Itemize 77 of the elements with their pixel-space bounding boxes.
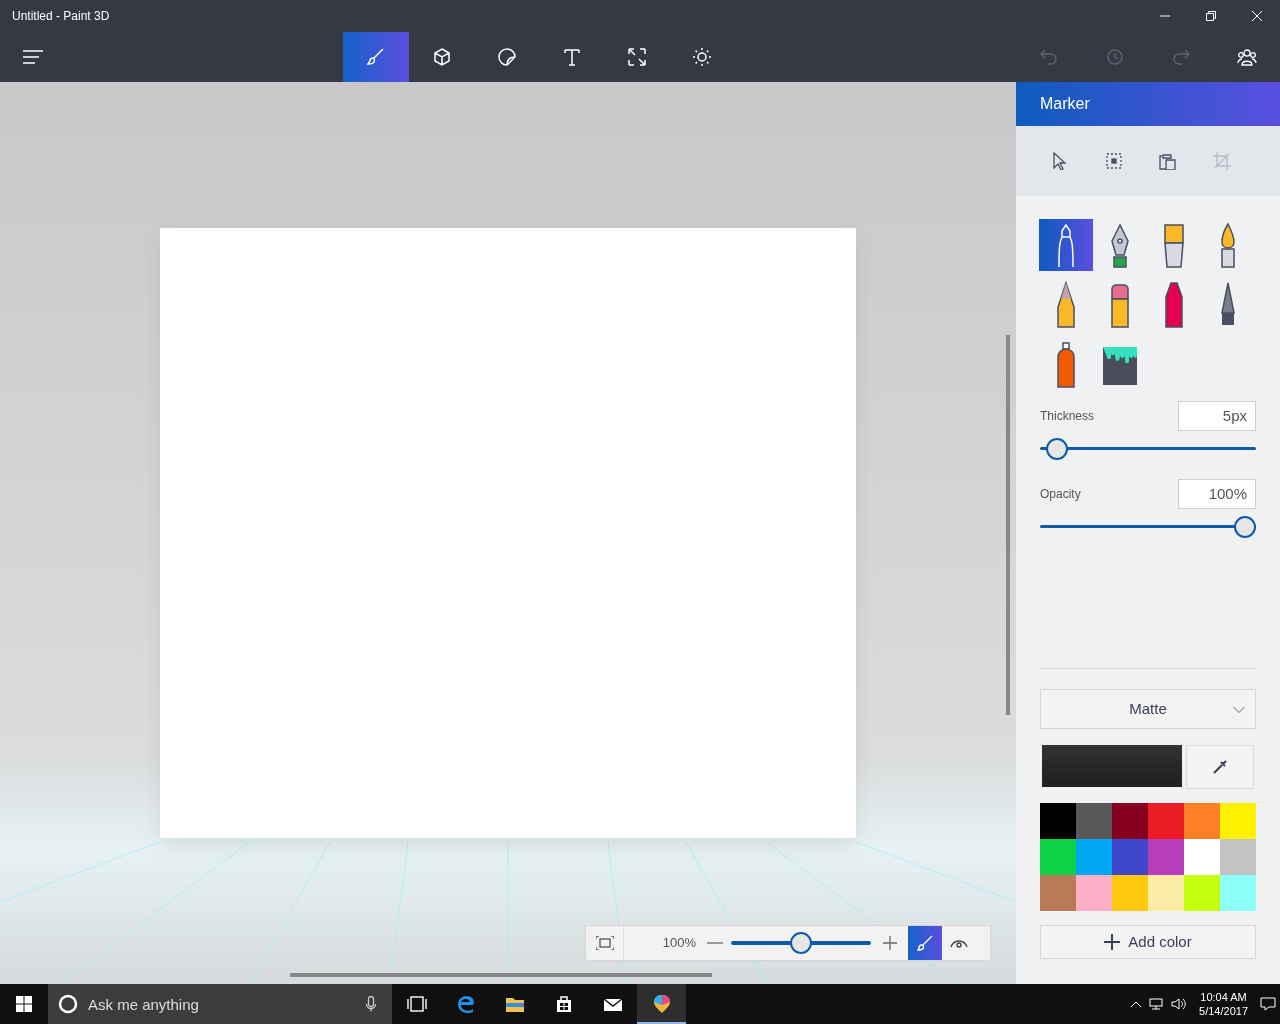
history-icon bbox=[1105, 47, 1125, 67]
speaker-icon bbox=[1171, 998, 1188, 1010]
color-swatch[interactable] bbox=[1076, 803, 1112, 839]
people-icon bbox=[1237, 48, 1257, 66]
plus-icon bbox=[1104, 934, 1121, 950]
color-swatch[interactable] bbox=[1220, 839, 1256, 875]
chevron-down-icon bbox=[1233, 706, 1245, 713]
window-title: Untitled - Paint 3D bbox=[11, 8, 111, 25]
undo-icon bbox=[1039, 47, 1059, 67]
redo-icon bbox=[1171, 47, 1191, 67]
color-swatch[interactable] bbox=[1184, 839, 1220, 875]
draw-mode-button[interactable] bbox=[908, 926, 942, 960]
slider[interactable] bbox=[1040, 437, 1256, 461]
clipboard-icon bbox=[1159, 152, 1177, 170]
color-swatch[interactable] bbox=[1040, 803, 1076, 839]
color-swatch[interactable] bbox=[1040, 839, 1076, 875]
brush-icon bbox=[917, 935, 933, 951]
color-swatch[interactable] bbox=[1148, 803, 1184, 839]
cube-icon bbox=[431, 47, 452, 67]
sun-icon bbox=[691, 47, 712, 67]
menu-icon bbox=[23, 50, 43, 64]
color-swatch[interactable] bbox=[1184, 875, 1220, 911]
slider-thumb[interactable] bbox=[1234, 516, 1256, 538]
cursor-icon bbox=[1051, 152, 1069, 170]
slider-label: Thickness bbox=[1040, 408, 1095, 425]
resize-icon bbox=[626, 47, 647, 67]
value-field[interactable]: 5px bbox=[1178, 401, 1256, 431]
selection-icon bbox=[1105, 152, 1123, 170]
brush-option[interactable] bbox=[1039, 219, 1093, 271]
taskbar-app-button[interactable] bbox=[637, 984, 686, 1024]
vertical-scrollbar[interactable] bbox=[1006, 335, 1010, 715]
color-swatch[interactable] bbox=[1112, 839, 1148, 875]
task-view-icon bbox=[406, 994, 427, 1014]
clock-time: 10:04 AM bbox=[1200, 990, 1247, 1004]
slider-thumb[interactable] bbox=[1045, 438, 1068, 460]
eyedropper-icon bbox=[1212, 759, 1228, 775]
search-field[interactable]: Ask me anything bbox=[48, 984, 392, 1024]
zoom-slider[interactable] bbox=[731, 931, 871, 955]
sticker-icon bbox=[496, 47, 517, 67]
zoom-level: 100% bbox=[661, 934, 697, 953]
crop-icon bbox=[1213, 152, 1231, 170]
color-swatch[interactable] bbox=[1076, 839, 1112, 875]
color-swatch[interactable] bbox=[1112, 803, 1148, 839]
slider-thumb[interactable] bbox=[790, 932, 812, 954]
current-color-swatch[interactable] bbox=[1042, 745, 1182, 787]
panel-title: Marker bbox=[1040, 94, 1090, 114]
eye-icon bbox=[950, 938, 968, 948]
color-swatch[interactable] bbox=[1220, 875, 1256, 911]
color-swatch[interactable] bbox=[1220, 803, 1256, 839]
slider[interactable] bbox=[1040, 515, 1256, 539]
windows-logo-icon bbox=[16, 996, 32, 1012]
clock-date: 5/14/2017 bbox=[1199, 1004, 1248, 1018]
minus-icon bbox=[707, 942, 723, 944]
color-swatch[interactable] bbox=[1076, 875, 1112, 911]
value-field[interactable]: 100% bbox=[1178, 479, 1256, 509]
notification-icon bbox=[1260, 997, 1276, 1011]
restore-icon bbox=[1206, 11, 1216, 21]
color-swatch[interactable] bbox=[1148, 839, 1184, 875]
finish-dropdown[interactable]: Matte bbox=[1040, 689, 1256, 729]
add-color-button[interactable]: Add color bbox=[1040, 925, 1256, 959]
palette-icon bbox=[651, 993, 672, 1013]
cortana-icon bbox=[58, 994, 78, 1014]
color-swatch[interactable] bbox=[1148, 875, 1184, 911]
network-icon bbox=[1149, 998, 1164, 1010]
fit-screen-icon bbox=[595, 936, 614, 950]
brush-icon bbox=[366, 47, 386, 67]
chevron-up-icon bbox=[1131, 1001, 1142, 1007]
microphone-icon bbox=[366, 996, 376, 1012]
close-icon bbox=[1252, 11, 1262, 21]
color-swatch[interactable] bbox=[1112, 875, 1148, 911]
slider-label: Opacity bbox=[1040, 486, 1081, 503]
horizontal-scrollbar[interactable] bbox=[290, 973, 712, 977]
color-swatch[interactable] bbox=[1184, 803, 1220, 839]
color-swatch[interactable] bbox=[1040, 875, 1076, 911]
plus-icon bbox=[883, 936, 897, 950]
e-letter-icon bbox=[455, 994, 476, 1014]
text-icon bbox=[561, 47, 582, 67]
